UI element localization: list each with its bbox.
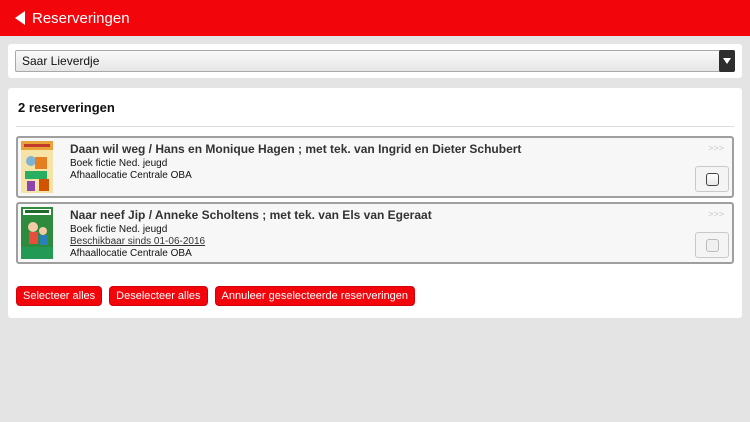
- back-arrow-icon: [15, 11, 25, 25]
- select-checkbox-container: [695, 232, 729, 258]
- reservations-count-heading: 2 reserveringen: [18, 100, 115, 115]
- book-cover-image: [21, 207, 53, 259]
- select-all-button[interactable]: Selecteer alles: [16, 286, 103, 306]
- dropdown-arrow-icon[interactable]: [719, 50, 735, 72]
- action-buttons: Selecteer alles Deselecteer alles Annule…: [16, 286, 416, 306]
- member-select-bar: Saar Lieverdje: [8, 44, 742, 78]
- availability-link[interactable]: Beschikbaar sinds 01-06-2016: [70, 236, 205, 247]
- select-checkbox[interactable]: [705, 172, 719, 186]
- back-button[interactable]: [8, 0, 32, 36]
- member-select[interactable]: Saar Lieverdje: [15, 50, 735, 72]
- reservation-location: Afhaallocatie Centrale OBA: [70, 248, 192, 259]
- select-checkbox-disabled: [705, 238, 719, 252]
- book-cover-image: [21, 141, 53, 193]
- divider: [16, 126, 734, 127]
- reservation-type: Boek fictie Ned. jeugd: [70, 158, 168, 169]
- cancel-selected-reservations-button[interactable]: Annuleer geselecteerde reserveringen: [214, 286, 416, 306]
- more-chevron-icon[interactable]: >>>: [708, 143, 724, 153]
- member-select-value: Saar Lieverdje: [22, 54, 100, 68]
- reservation-item[interactable]: Daan wil weg / Hans en Monique Hagen ; m…: [16, 136, 734, 198]
- top-bar: Reserveringen: [0, 0, 750, 36]
- reservation-location: Afhaallocatie Centrale OBA: [70, 170, 192, 181]
- deselect-all-button[interactable]: Deselecteer alles: [109, 286, 208, 306]
- page-title: Reserveringen: [32, 9, 130, 27]
- reservations-panel: 2 reserveringen Daan wil weg / Hans en M…: [8, 88, 742, 318]
- reservation-title: Naar neef Jip / Anneke Scholtens ; met t…: [70, 208, 432, 222]
- reservation-type: Boek fictie Ned. jeugd: [70, 224, 168, 235]
- more-chevron-icon[interactable]: >>>: [708, 209, 724, 219]
- reservation-item[interactable]: Naar neef Jip / Anneke Scholtens ; met t…: [16, 202, 734, 264]
- select-checkbox-container[interactable]: [695, 166, 729, 192]
- reservation-title: Daan wil weg / Hans en Monique Hagen ; m…: [70, 142, 522, 156]
